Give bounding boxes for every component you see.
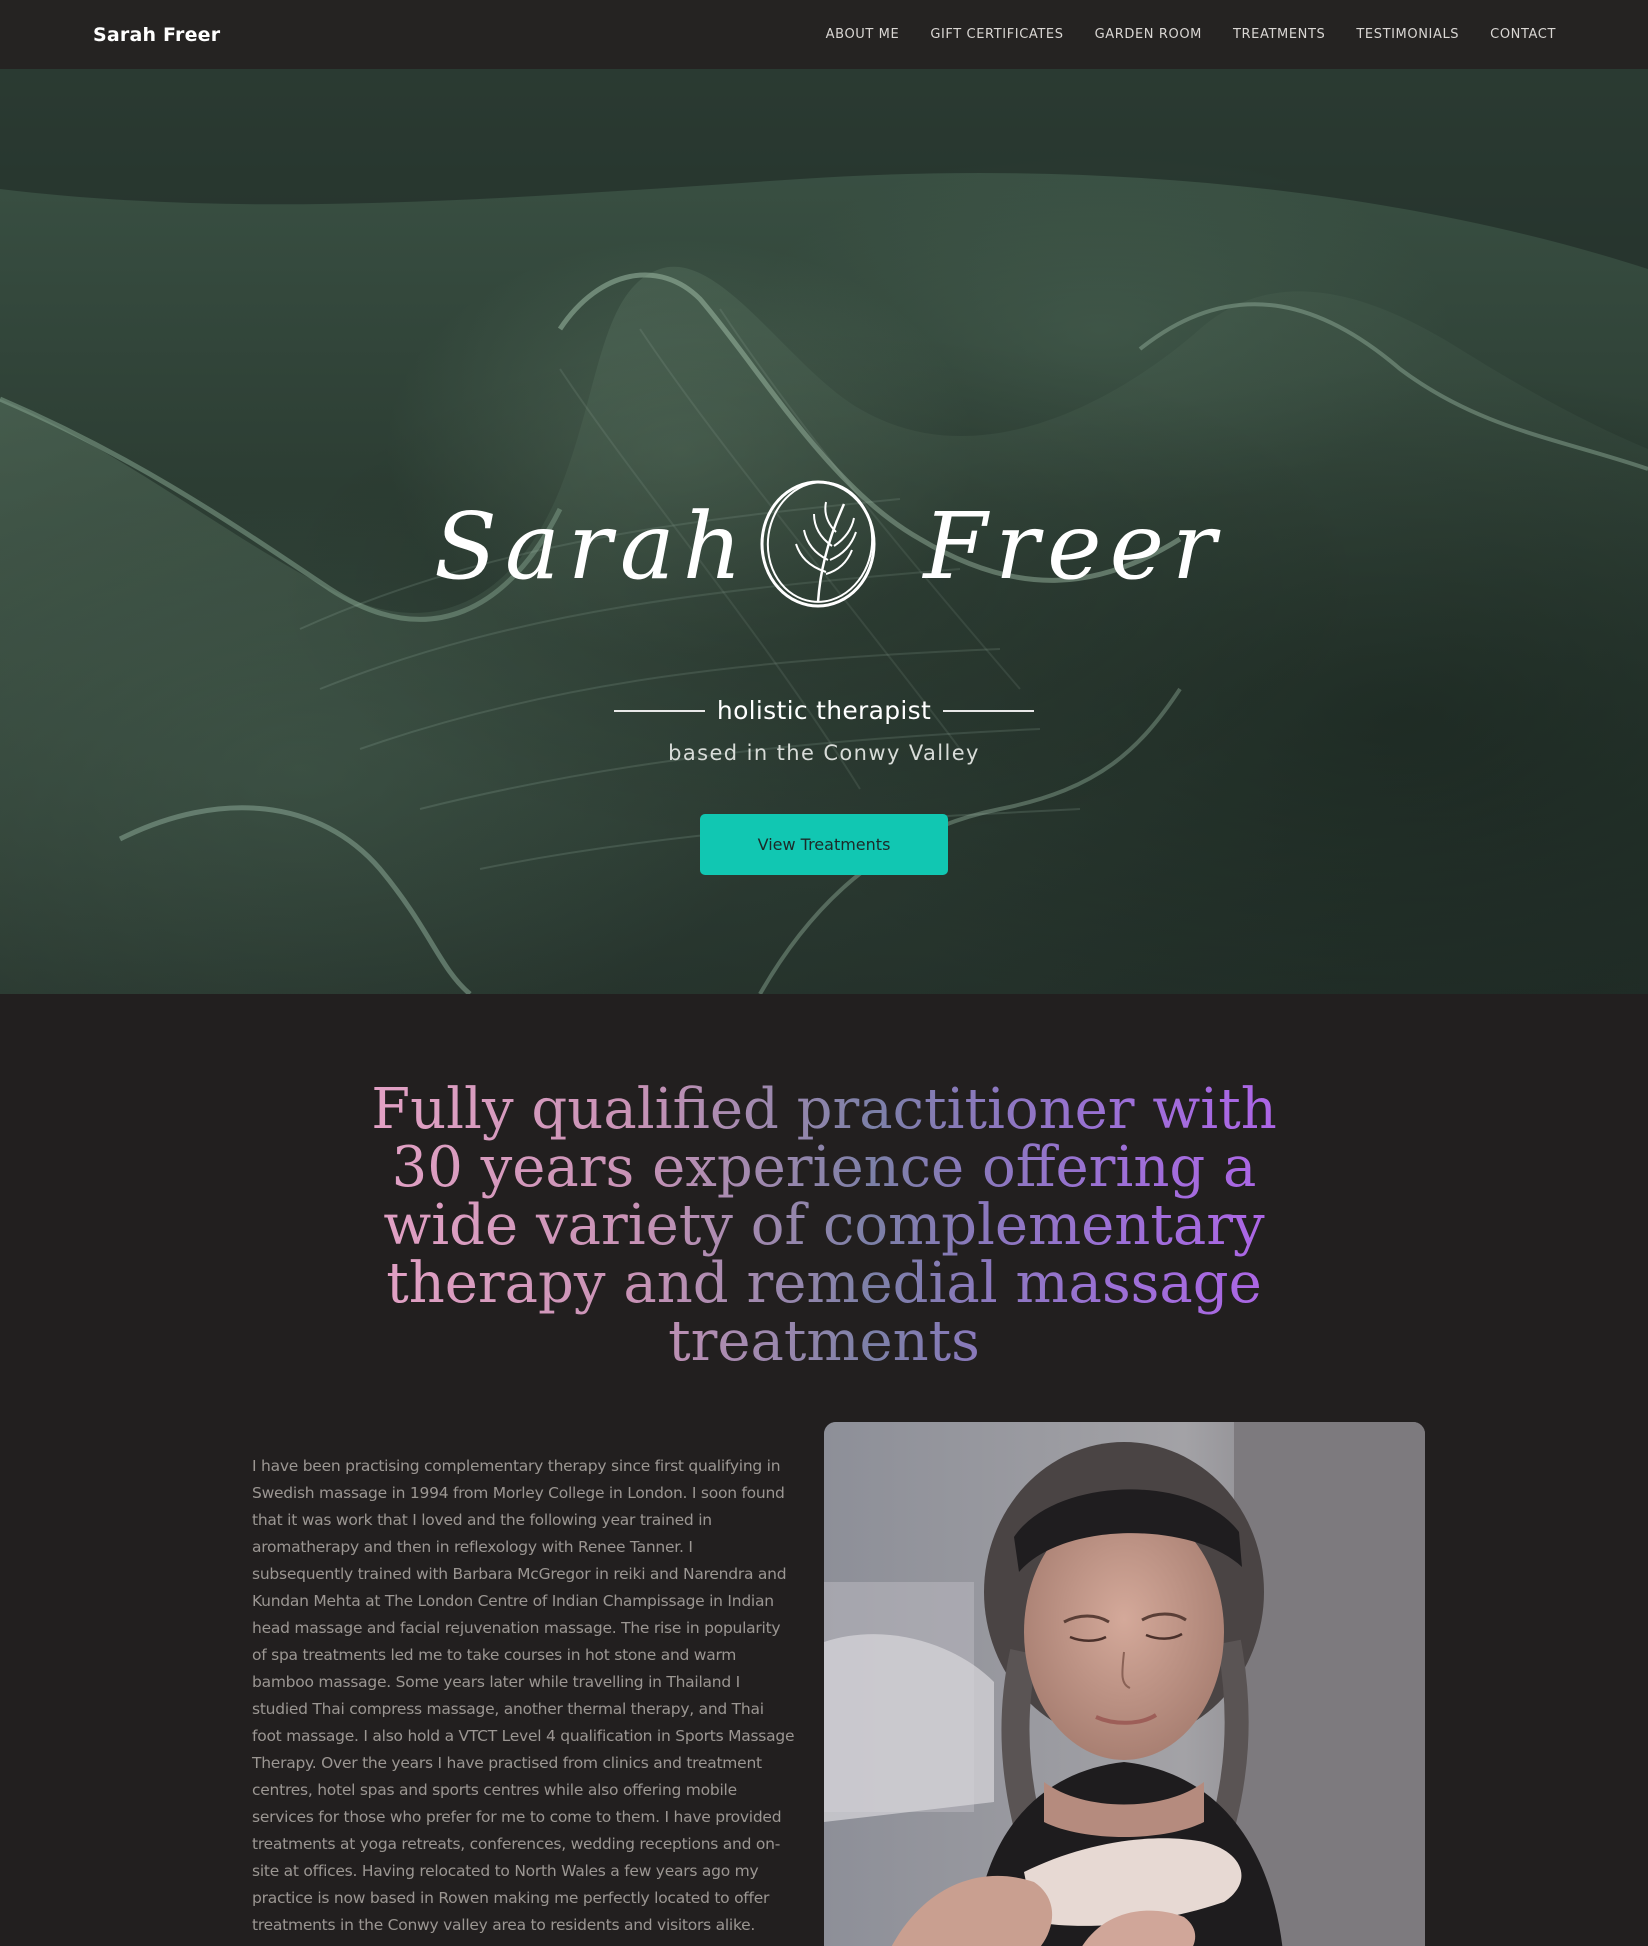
- intro-headline: Fully qualified practitioner with 30 yea…: [340, 1081, 1308, 1371]
- tagline: holistic therapist: [716, 696, 932, 725]
- nav-link-garden-room[interactable]: GARDEN ROOM: [1095, 27, 1202, 42]
- nav-link-about-me[interactable]: ABOUT ME: [826, 27, 900, 42]
- tagline-divider-right: [943, 709, 1035, 712]
- leaf-circle-emblem-icon: [760, 480, 876, 608]
- therapist-photo-image: [824, 1422, 1425, 1946]
- hero-section: Sarah Freer holistic therapist based in …: [0, 69, 1648, 994]
- nav-link-testimonials[interactable]: TESTIMONIALS: [1356, 27, 1459, 42]
- bio-paragraph: I have been practising complementary the…: [252, 1457, 795, 1934]
- logo-script-last-name: Freer: [923, 493, 1224, 600]
- site-brand-link[interactable]: Sarah Freer: [93, 24, 220, 46]
- therapist-photo: [824, 1422, 1425, 1946]
- top-navigation: Sarah Freer ABOUT ME GIFT CERTIFICATES G…: [0, 0, 1648, 69]
- logo-script-first-name: Sarah: [434, 493, 750, 600]
- tagline-divider-left: [614, 709, 705, 712]
- page: Sarah Freer ABOUT ME GIFT CERTIFICATES G…: [0, 0, 1648, 1946]
- nav-link-gift-certificates[interactable]: GIFT CERTIFICATES: [930, 27, 1063, 42]
- intro-section: Fully qualified practitioner with 30 yea…: [0, 994, 1648, 1946]
- view-treatments-button[interactable]: View Treatments: [700, 814, 948, 875]
- nav-link-contact[interactable]: CONTACT: [1490, 27, 1556, 42]
- nav-links: ABOUT ME GIFT CERTIFICATES GARDEN ROOM T…: [826, 27, 1556, 42]
- nav-link-treatments[interactable]: TREATMENTS: [1233, 27, 1325, 42]
- sarah-freer-logo: Sarah Freer holistic therapist: [424, 474, 1224, 725]
- tagline-row: holistic therapist: [614, 696, 1035, 725]
- location-subtagline: based in the Conwy Valley: [668, 741, 980, 765]
